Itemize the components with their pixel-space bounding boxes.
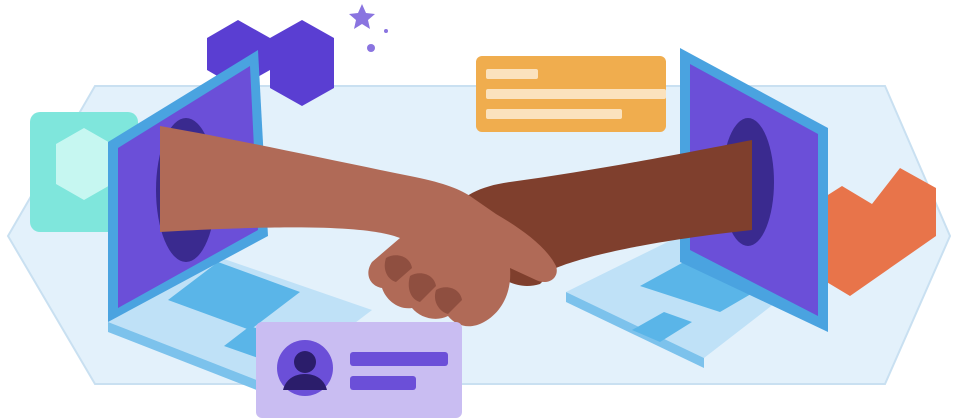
sparkle-dot [384,29,388,33]
sparkle-dot [367,44,375,52]
profile-card [256,322,462,418]
star-sparkle-icon [349,4,375,29]
handshake-illustration [6,4,952,418]
avatar-head [294,351,316,373]
note-line [486,109,622,119]
illustration-canvas [0,0,959,420]
profile-line [350,352,448,366]
note-line [486,89,666,99]
note-line [486,69,538,79]
profile-line [350,376,416,390]
